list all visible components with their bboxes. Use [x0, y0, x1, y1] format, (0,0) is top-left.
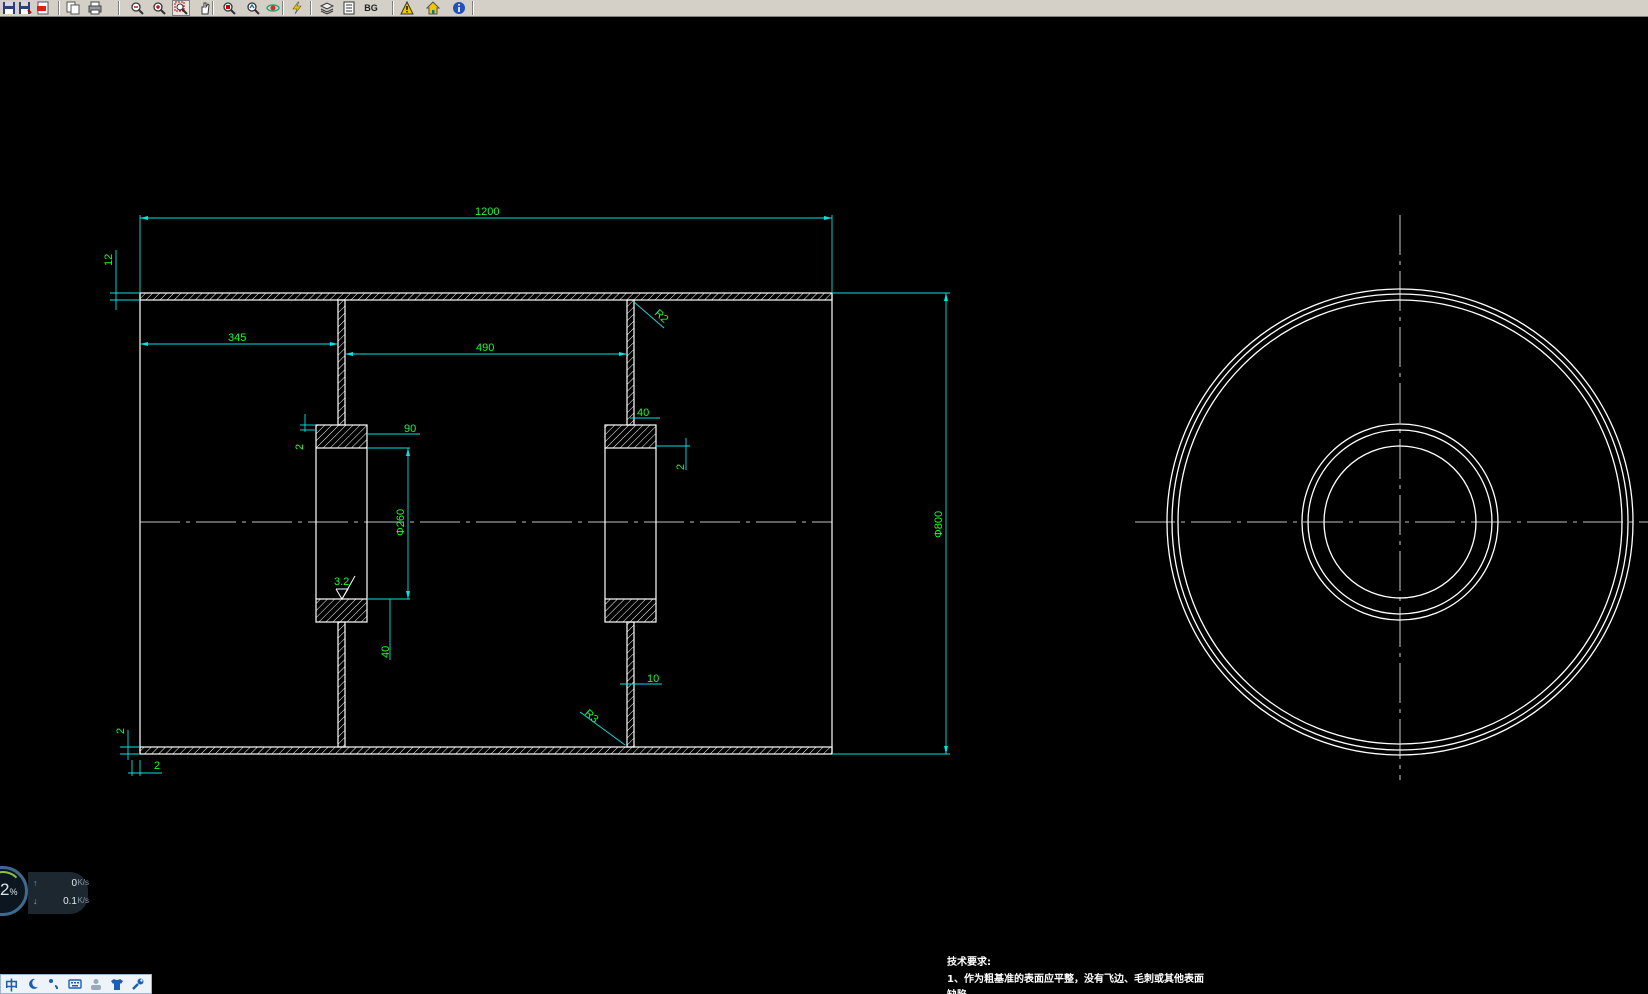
save-icon	[3, 2, 15, 14]
dim-bore-diameter: Φ260	[395, 509, 407, 536]
save-as-icon	[19, 2, 32, 14]
notes-heading: 技术要求:	[947, 955, 991, 968]
technical-notes: 技术要求: 1、作为粗基准的表面应平整，没有飞边、毛刺或其他表面 缺陷	[946, 955, 1204, 994]
dim-fillet-bottom: R3	[582, 707, 600, 725]
cad-toolbar: BG	[0, 0, 1648, 17]
dim-shell-thickness: 12	[103, 254, 115, 266]
skin-shirt-icon[interactable]	[107, 975, 126, 993]
dim-surface-finish: 3.2	[334, 576, 349, 588]
upload-value: 0	[71, 878, 77, 889]
upload-arrow-icon: ↑	[33, 878, 38, 888]
dim-hub-chamfer-right: 2	[675, 464, 687, 470]
toolbar-separator	[58, 1, 60, 15]
toolbar-separator	[118, 1, 120, 15]
right-hub-bottom	[604, 598, 657, 623]
left-hub-top	[315, 424, 368, 449]
save-as-button[interactable]	[16, 0, 34, 16]
print-icon	[88, 1, 102, 15]
3d-orbit-icon	[266, 4, 280, 12]
3d-orbit-button[interactable]	[264, 0, 282, 16]
right-web-upper	[626, 299, 635, 426]
home-button[interactable]	[424, 0, 442, 16]
dim-hub-width: 90	[404, 423, 416, 435]
export-pdf-icon	[37, 1, 49, 15]
dim-bottom-small: 2	[115, 728, 127, 734]
dim-hub-thickness: 40	[380, 646, 392, 658]
toolbar-separator	[212, 1, 214, 15]
notes-line-1: 1、作为粗基准的表面应平整，没有飞边、毛刺或其他表面	[947, 972, 1204, 985]
zoom-out-button[interactable]	[128, 0, 146, 16]
home-icon	[426, 1, 440, 15]
ime-language-button[interactable]: 中	[2, 975, 21, 994]
lightning-icon	[292, 1, 302, 15]
dim-web-thickness: 10	[647, 673, 659, 685]
zoom-realtime-icon	[247, 2, 260, 15]
toolbar-separator	[310, 1, 312, 15]
notes-line-2: 缺陷	[946, 988, 967, 994]
side-view	[1135, 215, 1648, 780]
right-hub-top	[604, 424, 657, 449]
wrench-icon[interactable]	[128, 975, 147, 993]
ime-toolbar: 中	[0, 974, 152, 994]
left-web-upper	[337, 299, 346, 426]
copy-icon	[66, 1, 80, 15]
warning-icon	[400, 1, 414, 15]
export-pdf-button[interactable]	[34, 0, 52, 16]
user-icon[interactable]	[86, 975, 105, 993]
right-web-lower	[626, 621, 635, 748]
bg-color-button[interactable]: BG	[362, 0, 380, 16]
dim-hub-width-right: 40	[637, 407, 649, 419]
zoom-window-icon	[174, 1, 188, 15]
punctuation-icon[interactable]	[44, 975, 63, 993]
bg-color-icon: BG	[364, 3, 378, 13]
toolbar-separator	[282, 1, 284, 15]
layout-button[interactable]	[340, 0, 358, 16]
warning-button[interactable]	[398, 0, 416, 16]
dim-bottom-offset: 2	[154, 760, 160, 772]
print-button[interactable]	[86, 0, 104, 16]
top-shell-hatch	[139, 292, 833, 301]
bottom-shell-hatch	[139, 746, 833, 755]
upload-unit: K/s	[77, 878, 89, 887]
drawing-canvas[interactable]: 1200 12 345 490 R2 90 2 Φ260 3.2 40 40 2…	[0, 17, 1648, 994]
layout-icon	[343, 1, 355, 15]
toolbar-separator	[392, 1, 394, 15]
zoom-realtime-button[interactable]	[244, 0, 262, 16]
layers-icon	[320, 2, 334, 15]
info-button[interactable]	[450, 0, 468, 16]
dim-disc-offset: 345	[228, 332, 246, 344]
net-speed-panel: ↑ 0 K/s ↓ 0.1 K/s	[28, 872, 89, 914]
zoom-in-icon	[153, 2, 166, 15]
zoom-in-button[interactable]	[150, 0, 168, 16]
zoom-window-button[interactable]	[172, 0, 190, 16]
dimension-texts: 1200 12 345 490 R2 90 2 Φ260 3.2 40 40 2…	[103, 206, 945, 772]
usage-percent: 2%	[0, 880, 18, 899]
layers-button[interactable]	[318, 0, 336, 16]
download-value: 0.1	[63, 896, 77, 907]
dim-fillet-top: R2	[652, 307, 670, 325]
download-arrow-icon: ↓	[33, 896, 38, 906]
info-icon	[453, 2, 465, 14]
moon-icon[interactable]	[23, 975, 42, 993]
front-view	[139, 292, 833, 755]
dim-hub-chamfer-left: 2	[294, 444, 306, 450]
dim-outer-diameter: Φ800	[933, 511, 945, 538]
dim-overall-length: 1200	[475, 206, 499, 218]
zoom-extents-button[interactable]	[220, 0, 238, 16]
network-monitor[interactable]: ↑ 0 K/s ↓ 0.1 K/s 2%	[0, 866, 90, 918]
zoom-out-icon	[131, 2, 144, 15]
keyboard-icon[interactable]	[65, 975, 84, 993]
download-unit: K/s	[77, 896, 89, 905]
left-web-lower	[337, 621, 346, 748]
toolbar-separator	[472, 1, 474, 15]
pan-icon	[201, 2, 210, 15]
zoom-extents-icon	[223, 2, 236, 15]
dim-disc-spacing: 490	[476, 342, 494, 354]
lightning-button[interactable]	[288, 0, 306, 16]
left-hub-bottom	[315, 598, 368, 623]
copy-button[interactable]	[64, 0, 82, 16]
